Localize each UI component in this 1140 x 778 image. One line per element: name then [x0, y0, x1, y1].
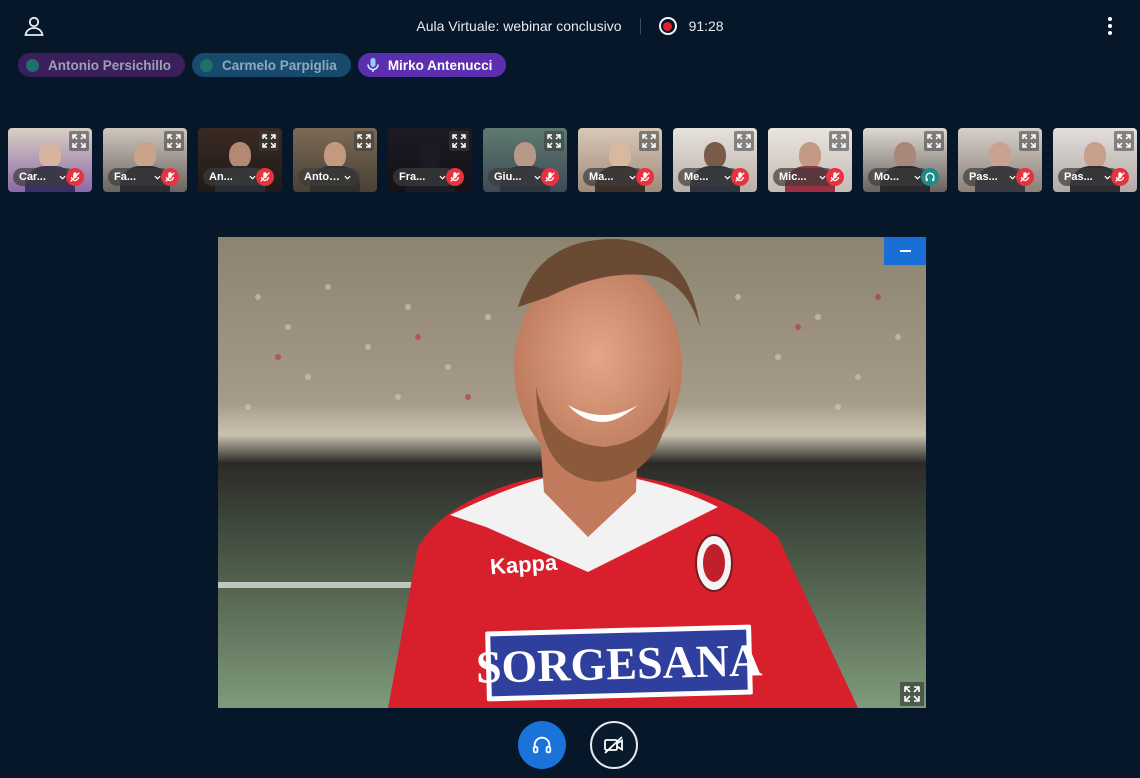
- participant-video: [1084, 142, 1106, 168]
- expand-icon[interactable]: [1114, 131, 1134, 151]
- mic-muted-icon: [1111, 168, 1129, 186]
- headphones-icon: [921, 168, 939, 186]
- participant-thumbnail[interactable]: Fra...: [388, 128, 472, 192]
- audio-button[interactable]: [518, 721, 566, 769]
- participants-strip: Car... Fa... An... Antoni... Fra... Giu.…: [8, 128, 1137, 192]
- media-controls: [518, 721, 638, 769]
- chevron-down-icon[interactable]: [154, 174, 161, 181]
- participant-video: [134, 142, 156, 168]
- expand-icon[interactable]: [449, 131, 469, 151]
- expand-icon[interactable]: [924, 131, 944, 151]
- sponsor-text: SORGESANA: [475, 633, 763, 693]
- chevron-down-icon[interactable]: [1009, 174, 1016, 181]
- chevron-down-icon[interactable]: [249, 174, 256, 181]
- participant-thumbnail[interactable]: Mo...: [863, 128, 947, 192]
- video-toggle-button[interactable]: [590, 721, 638, 769]
- participant-video: [799, 142, 821, 168]
- session-info: Aula Virtuale: webinar conclusivo 91:28: [0, 15, 1140, 37]
- talker-name: Carmelo Parpiglia: [222, 57, 337, 73]
- headphones-icon: [532, 736, 552, 754]
- chevron-down-icon[interactable]: [344, 174, 351, 181]
- video-off-icon: [604, 736, 623, 754]
- expand-icon[interactable]: [259, 131, 279, 151]
- participant-video: [39, 142, 61, 168]
- participant-video: [989, 142, 1011, 168]
- expand-icon[interactable]: [544, 131, 564, 151]
- mic-muted-icon: [256, 168, 274, 186]
- participant-video: [894, 142, 916, 168]
- chevron-down-icon[interactable]: [534, 174, 541, 181]
- minimize-button[interactable]: [884, 237, 926, 265]
- chevron-down-icon[interactable]: [819, 174, 826, 181]
- chevron-down-icon[interactable]: [914, 174, 921, 181]
- mic-muted-icon: [66, 168, 84, 186]
- talker-name: Antonio Persichillo: [48, 57, 172, 73]
- participant-thumbnail[interactable]: Car...: [8, 128, 92, 192]
- kebab-menu-icon[interactable]: [1098, 14, 1122, 38]
- talker-name: Mirko Antenucci: [387, 57, 493, 73]
- participant-thumbnail[interactable]: Fa...: [103, 128, 187, 192]
- participant-thumbnail[interactable]: Pas...: [1053, 128, 1137, 192]
- expand-icon[interactable]: [1019, 131, 1039, 151]
- fullscreen-icon[interactable]: [900, 682, 924, 706]
- talker-indicator: [26, 58, 39, 72]
- mic-muted-icon: [826, 168, 844, 186]
- expand-icon[interactable]: [734, 131, 754, 151]
- participant-thumbnail[interactable]: Pas...: [958, 128, 1042, 192]
- chevron-down-icon[interactable]: [59, 174, 66, 181]
- main-video[interactable]: Kappa SORGESANA: [218, 237, 926, 708]
- mic-muted-icon: [1016, 168, 1034, 186]
- talker-indicator: [200, 58, 214, 72]
- mic-muted-icon: [541, 168, 559, 186]
- expand-icon[interactable]: [639, 131, 659, 151]
- participant-video: [609, 142, 631, 168]
- participant-video: [419, 142, 441, 168]
- mic-muted-icon: [446, 168, 464, 186]
- talker-pill-active: Mirko Antenucci: [357, 53, 507, 77]
- title-divider: [639, 18, 641, 34]
- participant-thumbnail[interactable]: Ma...: [578, 128, 662, 192]
- chevron-down-icon[interactable]: [724, 174, 731, 181]
- participant-video: [704, 142, 726, 168]
- chevron-down-icon[interactable]: [439, 174, 446, 181]
- talker-pill: Carmelo Parpiglia: [192, 53, 351, 77]
- expand-icon[interactable]: [69, 131, 89, 151]
- talkers-list: Antonio Persichillo Carmelo Parpiglia Mi…: [18, 53, 507, 77]
- mic-muted-icon: [636, 168, 654, 186]
- participant-video: [229, 142, 251, 168]
- session-title: Aula Virtuale: webinar conclusivo: [416, 18, 622, 34]
- mic-muted-icon: [161, 168, 179, 186]
- recording-timer: 91:28: [688, 18, 724, 34]
- microphone-icon: [367, 58, 379, 72]
- expand-icon[interactable]: [829, 131, 849, 151]
- participant-video: [514, 142, 536, 168]
- participant-thumbnail[interactable]: An...: [198, 128, 282, 192]
- participant-thumbnail[interactable]: Giu...: [483, 128, 567, 192]
- participant-video: [324, 142, 346, 168]
- participant-thumbnail[interactable]: Me...: [673, 128, 757, 192]
- expand-icon[interactable]: [164, 131, 184, 151]
- recording-icon[interactable]: [658, 17, 677, 35]
- mic-muted-icon: [731, 168, 749, 186]
- talker-pill: Antonio Persichillo: [18, 53, 186, 77]
- chevron-down-icon[interactable]: [629, 174, 636, 181]
- chevron-down-icon[interactable]: [1104, 174, 1111, 181]
- top-bar: Aula Virtuale: webinar conclusivo 91:28: [0, 0, 1140, 52]
- jersey-sponsor: SORGESANA: [475, 624, 763, 702]
- kit-brand-text: Kappa: [489, 549, 559, 580]
- participant-thumbnail[interactable]: Mic...: [768, 128, 852, 192]
- participant-thumbnail[interactable]: Antoni...: [293, 128, 377, 192]
- expand-icon[interactable]: [354, 131, 374, 151]
